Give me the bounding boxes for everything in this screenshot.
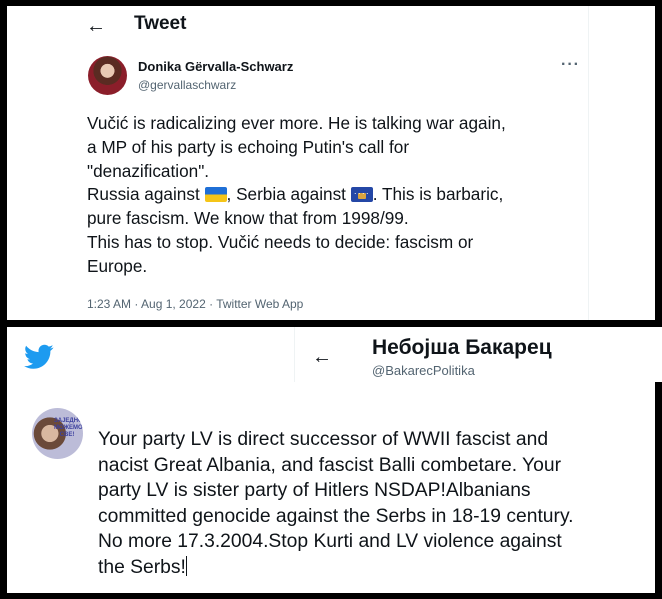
text-cursor [185,555,187,576]
divider [588,6,589,320]
author-handle[interactable]: @gervallaschwarz [138,78,236,92]
profile-handle[interactable]: @BakarecPolitika [372,363,475,378]
crop-edge [655,382,662,593]
ukraine-flag-icon [204,187,227,203]
back-arrow-icon[interactable]: ← [312,345,332,369]
tweet-panel-bottom: ← Небојша Бакарец @BakarecPolitika ЗАЈЕД… [7,327,662,593]
tweet-panel-top: ← Tweet Donika Gërvalla-Schwarz @gervall… [7,6,655,320]
reply-text: Your party LV is direct successor of WWI… [98,429,574,578]
reply-text-input[interactable]: Your party LV is direct successor of WWI… [98,427,650,581]
more-options-icon[interactable]: ··· [561,56,580,74]
avatar[interactable] [88,56,127,95]
tweet-text-part2: , Serbia against [226,184,351,205]
tweet-timestamp[interactable]: 1:23 AM · Aug 1, 2022 · Twitter Web App [87,297,303,311]
avatar[interactable]: ЗАЈЕДНО МОЖЕМО СВЕ! [32,408,83,459]
back-arrow-icon[interactable]: ← [86,14,106,38]
kosovo-flag-icon [350,187,373,203]
twitter-bird-icon[interactable] [24,344,54,370]
profile-name[interactable]: Небојша Бакарец [372,335,552,361]
avatar-label: ЗАЈЕДНО МОЖЕМО СВЕ! [54,418,83,438]
page-title: Tweet [134,13,187,34]
tweet-text: Vučić is radicalizing ever more. He is t… [87,112,557,279]
author-name[interactable]: Donika Gërvalla-Schwarz [138,59,293,74]
